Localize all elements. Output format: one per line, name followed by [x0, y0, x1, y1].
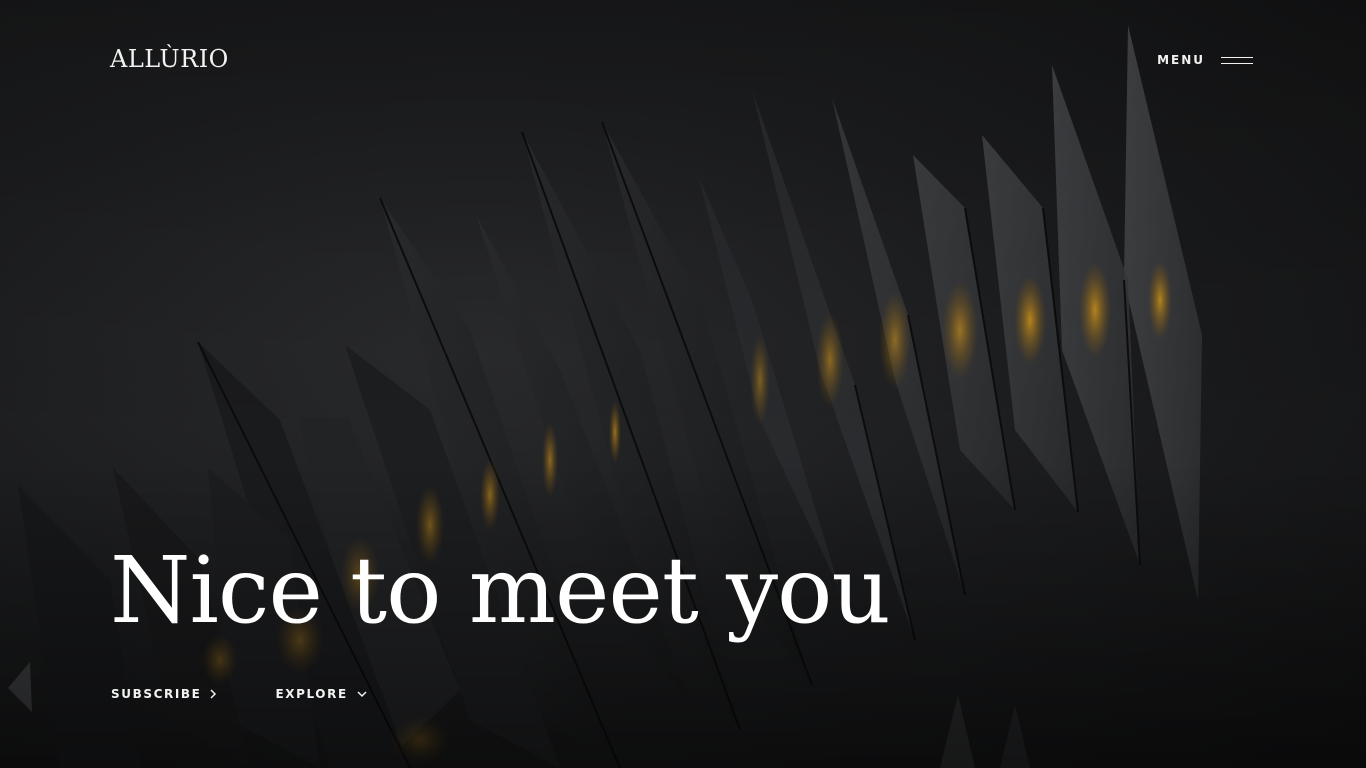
subscribe-label: SUBSCRIBE: [111, 687, 202, 701]
hero-background-art: [0, 0, 1366, 768]
hamburger-icon: [1221, 55, 1253, 65]
explore-label: EXPLORE: [275, 687, 348, 701]
explore-link[interactable]: EXPLORE: [275, 684, 367, 704]
menu-label: MENU: [1157, 53, 1205, 67]
site-logo[interactable]: ALLÙRIO: [110, 44, 229, 74]
subscribe-link[interactable]: SUBSCRIBE: [111, 684, 217, 704]
page: ALLÙRIO MENU Nice to meet you SUBSCRIBE …: [0, 0, 1366, 768]
hero-actions: SUBSCRIBE EXPLORE: [111, 684, 368, 704]
chevron-right-icon: [210, 689, 217, 699]
menu-button[interactable]: MENU: [1157, 50, 1253, 70]
chevron-down-icon: [357, 691, 367, 698]
hero-headline: Nice to meet you: [110, 537, 891, 644]
